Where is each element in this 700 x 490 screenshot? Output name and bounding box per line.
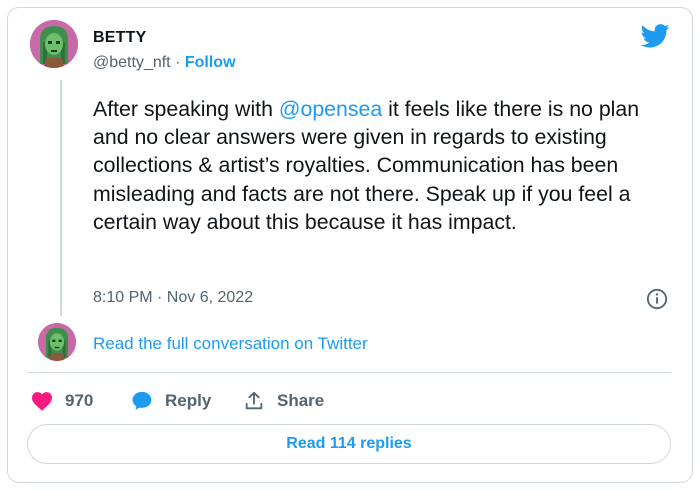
reply-label: Reply (165, 391, 212, 410)
reply-button[interactable]: Reply (131, 389, 211, 413)
actions-divider (27, 372, 671, 373)
author-name[interactable]: BETTY (93, 29, 146, 47)
read-replies-label: Read 114 replies (286, 435, 412, 452)
tweet-text-start: After speaking with (93, 97, 279, 121)
author-handle[interactable]: @betty_nft (93, 54, 171, 71)
share-button[interactable]: Share (243, 389, 324, 413)
tweet-timestamp[interactable]: 8:10 PM · Nov 6, 2022 (93, 289, 253, 307)
heart-icon (32, 392, 52, 411)
tweet-body: After speaking with @opensea it feels li… (93, 95, 673, 236)
author-handle-row: @betty_nft · Follow (93, 54, 236, 72)
author-avatar[interactable] (30, 20, 78, 68)
read-replies-button[interactable]: Read 114 replies (27, 424, 671, 464)
like-count: 970 (65, 391, 94, 410)
twitter-bird-icon[interactable] (641, 24, 670, 48)
share-upload-icon (245, 391, 263, 410)
info-icon[interactable] (646, 288, 668, 310)
avatar-image-small (38, 323, 76, 361)
follow-link[interactable]: Follow (185, 54, 236, 71)
handle-separator: · (175, 54, 181, 71)
thread-connector-line (60, 80, 62, 316)
tweet-embed-card (7, 7, 693, 483)
avatar-image (30, 20, 78, 68)
share-label: Share (277, 391, 325, 410)
read-conversation-link[interactable]: Read the full conversation on Twitter (93, 334, 368, 354)
conversation-avatar[interactable] (38, 323, 76, 361)
speech-bubble-icon (132, 391, 152, 410)
mention-link[interactable]: @opensea (279, 97, 382, 121)
like-button[interactable]: 970 (31, 389, 93, 413)
